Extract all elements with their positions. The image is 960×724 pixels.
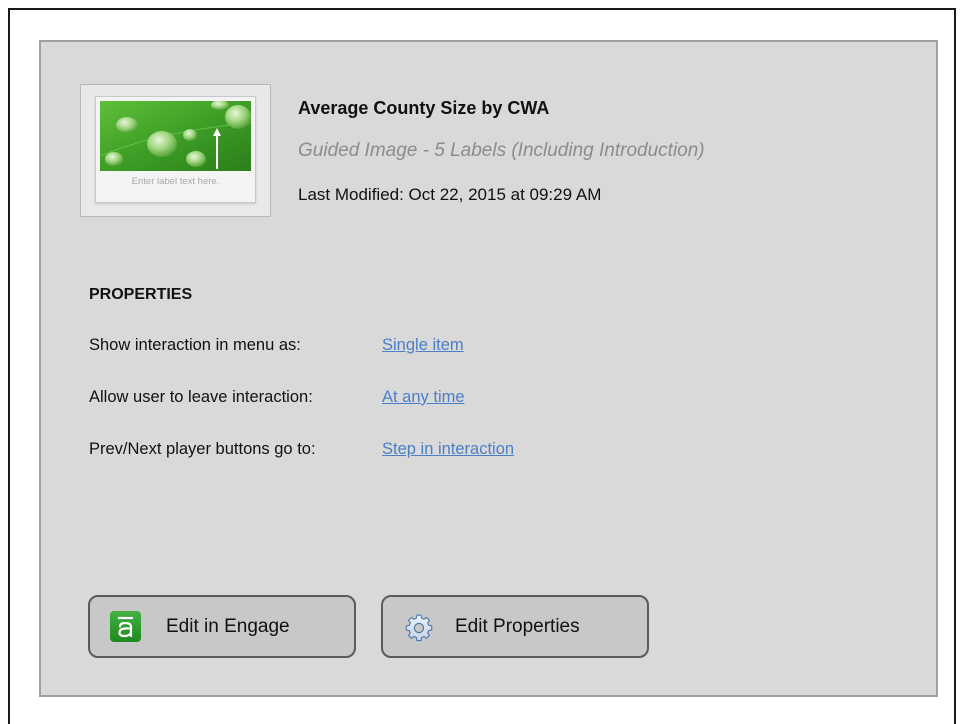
edit-properties-button[interactable]: Edit Properties (381, 595, 649, 658)
properties-heading: PROPERTIES (89, 286, 193, 303)
thumbnail-card: Enter label text here. (95, 96, 256, 203)
property-link-prev-next[interactable]: Step in interaction (382, 440, 514, 459)
property-label-show-in-menu: Show interaction in menu as: (89, 336, 301, 354)
last-modified: Last Modified: Oct 22, 2015 at 09:29 AM (298, 185, 602, 204)
interaction-title: Average County Size by CWA (298, 98, 550, 118)
property-link-allow-leave[interactable]: At any time (382, 388, 465, 407)
engage-icon (110, 611, 141, 642)
property-label-allow-leave: Allow user to leave interaction: (89, 388, 313, 406)
edit-in-engage-button[interactable]: Edit in Engage (88, 595, 356, 658)
interaction-type: Guided Image - 5 Labels (Including Intro… (298, 140, 705, 161)
thumbnail-caption: Enter label text here. (131, 176, 220, 187)
water-drops-image (100, 101, 251, 171)
edit-properties-label: Edit Properties (455, 616, 580, 637)
edit-in-engage-label: Edit in Engage (166, 616, 290, 637)
property-label-prev-next: Prev/Next player buttons go to: (89, 440, 316, 458)
property-link-show-in-menu[interactable]: Single item (382, 336, 464, 355)
gear-icon (405, 614, 433, 642)
